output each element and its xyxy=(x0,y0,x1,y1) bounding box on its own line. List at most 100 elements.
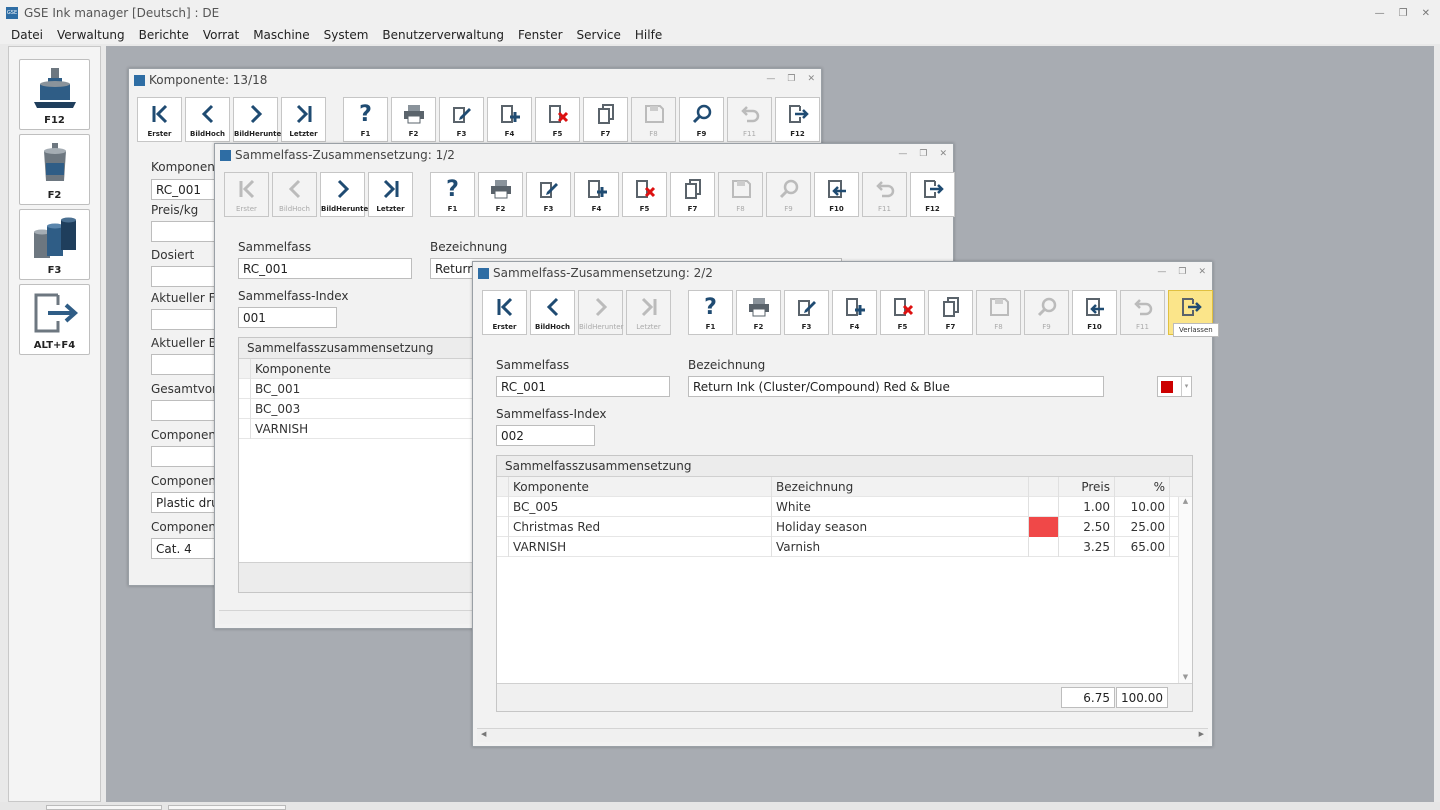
komponente-field[interactable]: RC_001 xyxy=(151,179,215,200)
sammelfass-field[interactable]: RC_001 xyxy=(238,258,412,279)
page-up-button[interactable]: BildHoch xyxy=(272,172,317,217)
minimize-icon[interactable]: — xyxy=(898,149,907,159)
first-button[interactable]: Erster xyxy=(482,290,527,335)
copy-button[interactable]: F7 xyxy=(583,97,628,142)
search-button[interactable]: F9 xyxy=(679,97,724,142)
first-button[interactable]: Erster xyxy=(137,97,182,142)
search-button[interactable]: F9 xyxy=(766,172,811,217)
minimized-window-tab[interactable] xyxy=(46,805,162,810)
aktueller-be-field[interactable] xyxy=(151,354,215,375)
restore-icon[interactable]: ❐ xyxy=(1399,8,1408,19)
close-icon[interactable]: ✕ xyxy=(1198,267,1206,277)
delete-button[interactable]: F5 xyxy=(535,97,580,142)
help-button[interactable]: ? F1 xyxy=(688,290,733,335)
undo-button[interactable]: F11 xyxy=(1120,290,1165,335)
scroll-down-icon[interactable]: ▼ xyxy=(1179,673,1192,681)
scroll-left-icon[interactable]: ◀ xyxy=(481,730,486,738)
save-button[interactable]: F8 xyxy=(631,97,676,142)
scroll-right-icon[interactable]: ▶ xyxy=(1199,730,1204,738)
edit-button[interactable]: F3 xyxy=(439,97,484,142)
column-header-percent[interactable]: % xyxy=(1115,477,1170,497)
save-button[interactable]: F8 xyxy=(718,172,763,217)
scroll-up-icon[interactable]: ▲ xyxy=(1179,497,1192,505)
preis-field[interactable] xyxy=(151,221,215,242)
delete-button[interactable]: F5 xyxy=(622,172,667,217)
table-row[interactable]: BC_005 White 1.00 10.00 xyxy=(497,497,1192,517)
chevron-down-icon[interactable]: ▾ xyxy=(1181,377,1191,396)
page-down-button[interactable]: BildHerunter xyxy=(320,172,372,217)
menu-benutzerverwaltung[interactable]: Benutzerverwaltung xyxy=(375,28,511,42)
sidebar-button-f3[interactable]: F3 xyxy=(19,209,90,280)
menu-system[interactable]: System xyxy=(317,28,376,42)
vertical-scrollbar[interactable]: ▲ ▼ xyxy=(1178,497,1192,683)
table-row[interactable]: Christmas Red Holiday season 2.50 25.00 xyxy=(497,517,1192,537)
minimized-window-tab[interactable] xyxy=(168,805,286,810)
undo-button[interactable]: F11 xyxy=(862,172,907,217)
first-button[interactable]: Erster xyxy=(224,172,269,217)
help-button[interactable]: ? F1 xyxy=(430,172,475,217)
component-a-field[interactable] xyxy=(151,446,215,467)
menu-service[interactable]: Service xyxy=(570,28,628,42)
print-button[interactable]: F2 xyxy=(736,290,781,335)
sidebar-button-exit[interactable]: ALT+F4 xyxy=(19,284,90,355)
last-button[interactable]: Letzter xyxy=(281,97,326,142)
horizontal-scrollbar[interactable]: ◀ ▶ xyxy=(477,728,1208,742)
component-b-field[interactable]: Plastic drur xyxy=(151,492,215,513)
minimize-icon[interactable]: — xyxy=(1375,8,1385,19)
save-button[interactable]: F8 xyxy=(976,290,1021,335)
menu-berichte[interactable]: Berichte xyxy=(132,28,196,42)
menu-fenster[interactable]: Fenster xyxy=(511,28,570,42)
menu-maschine[interactable]: Maschine xyxy=(246,28,316,42)
close-icon[interactable]: ✕ xyxy=(939,149,947,159)
import-button[interactable]: F10 xyxy=(1072,290,1117,335)
add-button[interactable]: F4 xyxy=(574,172,619,217)
page-up-button[interactable]: BildHoch xyxy=(185,97,230,142)
aktueller-fa-field[interactable] xyxy=(151,309,215,330)
close-icon[interactable]: ✕ xyxy=(807,74,815,84)
menu-datei[interactable]: Datei xyxy=(4,28,50,42)
copy-button[interactable]: F7 xyxy=(928,290,973,335)
menu-vorrat[interactable]: Vorrat xyxy=(196,28,246,42)
close-icon[interactable]: ✕ xyxy=(1422,8,1430,19)
exit-button[interactable]: F12 xyxy=(910,172,955,217)
gesamtvorrat-field[interactable] xyxy=(151,400,215,421)
column-header-bezeichnung[interactable]: Bezeichnung xyxy=(772,477,1029,497)
print-button[interactable]: F2 xyxy=(478,172,523,217)
minimize-icon[interactable]: — xyxy=(766,74,775,84)
menu-hilfe[interactable]: Hilfe xyxy=(628,28,669,42)
table-row[interactable]: VARNISH Varnish 3.25 65.00 xyxy=(497,537,1192,557)
bezeichnung-field[interactable]: Return Ink (Cluster/Compound) Red & Blue xyxy=(688,376,1104,397)
dosiert-field[interactable] xyxy=(151,266,215,287)
column-header-komponente[interactable]: Komponente xyxy=(509,477,772,497)
page-down-button[interactable]: BildHerunter xyxy=(233,97,285,142)
minimize-icon[interactable]: — xyxy=(1157,267,1166,277)
undo-button[interactable]: F11 xyxy=(727,97,772,142)
help-button[interactable]: ? F1 xyxy=(343,97,388,142)
edit-button[interactable]: F3 xyxy=(784,290,829,335)
add-button[interactable]: F4 xyxy=(487,97,532,142)
print-button[interactable]: F2 xyxy=(391,97,436,142)
copy-button[interactable]: F7 xyxy=(670,172,715,217)
sammelfass-index-field[interactable]: 002 xyxy=(496,425,595,446)
sidebar-button-f12[interactable]: F12 xyxy=(19,59,90,130)
last-button[interactable]: Letzter xyxy=(368,172,413,217)
edit-button[interactable]: F3 xyxy=(526,172,571,217)
restore-icon[interactable]: ❐ xyxy=(1178,267,1186,277)
component-c-field[interactable]: Cat. 4 xyxy=(151,538,215,559)
sammelfass-index-field[interactable]: 001 xyxy=(238,307,337,328)
last-button[interactable]: Letzter xyxy=(626,290,671,335)
column-header-preis[interactable]: Preis xyxy=(1059,477,1115,497)
exit-button[interactable]: F12 xyxy=(775,97,820,142)
sammelfass-field[interactable]: RC_001 xyxy=(496,376,670,397)
add-button[interactable]: F4 xyxy=(832,290,877,335)
page-down-button[interactable]: BildHerunter xyxy=(578,290,623,335)
delete-button[interactable]: F5 xyxy=(880,290,925,335)
menu-verwaltung[interactable]: Verwaltung xyxy=(50,28,132,42)
color-picker[interactable]: ▾ xyxy=(1157,376,1192,397)
page-up-button[interactable]: BildHoch xyxy=(530,290,575,335)
import-button[interactable]: F10 xyxy=(814,172,859,217)
restore-icon[interactable]: ❐ xyxy=(787,74,795,84)
search-button[interactable]: F9 xyxy=(1024,290,1069,335)
sidebar-button-f2[interactable]: F2 xyxy=(19,134,90,205)
restore-icon[interactable]: ❐ xyxy=(919,149,927,159)
